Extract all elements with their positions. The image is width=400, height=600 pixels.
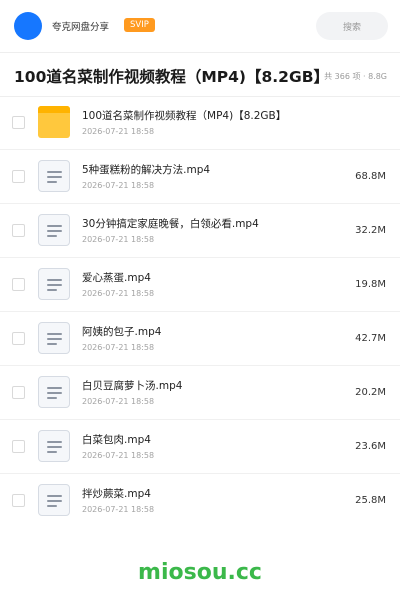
select-checkbox[interactable] [12,494,25,507]
file-name: 100道名菜制作视频教程（MP4)【8.2GB】 [82,110,287,122]
file-date: 2026-07-21 18:58 [82,343,155,352]
file-icon [38,484,70,516]
list-item[interactable]: 阿姨的包子.mp4 2026-07-21 18:58 42.7M [0,312,400,366]
file-name: 5种蛋糕粉的解决方法.mp4 [82,164,211,176]
file-name: 白菜包肉.mp4 [82,434,151,446]
list-item[interactable]: 30分钟搞定家庭晚餐，白领必看.mp4 2026-07-21 18:58 32.… [0,204,400,258]
file-date: 2026-07-21 18:58 [82,235,155,244]
top-bar: 夸克网盘分享 SVIP 搜索 [0,0,400,52]
page-title: 100道名菜制作视频教程（MP4)【8.2GB】 [14,68,330,86]
file-icon [38,322,70,354]
select-checkbox[interactable] [12,440,25,453]
list-item[interactable]: 爱心蒸蛋.mp4 2026-07-21 18:58 19.8M [0,258,400,312]
select-checkbox[interactable] [12,278,25,291]
file-list: 100道名菜制作视频教程（MP4)【8.2GB】 2026-07-21 18:5… [0,96,400,528]
select-checkbox[interactable] [12,116,25,129]
select-checkbox[interactable] [12,332,25,345]
file-size: 20.2M [355,387,386,398]
folder-icon [38,106,70,138]
file-size: 23.6M [355,441,386,452]
app-name: 夸克网盘分享 [52,22,110,33]
file-size: 19.8M [355,279,386,290]
file-icon [38,214,70,246]
list-item[interactable]: 拌炒蕨菜.mp4 2026-07-21 18:58 25.8M [0,474,400,528]
file-icon [38,268,70,300]
list-item[interactable]: 白贝豆腐萝卜汤.mp4 2026-07-21 18:58 20.2M [0,366,400,420]
file-name: 爱心蒸蛋.mp4 [82,272,151,284]
file-size: 42.7M [355,333,386,344]
file-size: 25.8M [355,495,386,506]
select-checkbox[interactable] [12,224,25,237]
file-date: 2026-07-21 18:58 [82,505,155,514]
file-icon [38,430,70,462]
file-date: 2026-07-21 18:58 [82,181,155,190]
file-icon [38,160,70,192]
file-date: 2026-07-21 18:58 [82,397,155,406]
list-item[interactable]: 100道名菜制作视频教程（MP4)【8.2GB】 2026-07-21 18:5… [0,96,400,150]
file-date: 2026-07-21 18:58 [82,127,155,136]
file-name: 30分钟搞定家庭晚餐，白领必看.mp4 [82,218,259,230]
file-name: 阿姨的包子.mp4 [82,326,162,338]
app-logo-icon[interactable] [14,12,42,40]
list-item[interactable]: 白菜包肉.mp4 2026-07-21 18:58 23.6M [0,420,400,474]
file-date: 2026-07-21 18:58 [82,289,155,298]
file-name: 白贝豆腐萝卜汤.mp4 [82,380,183,392]
folder-header: 100道名菜制作视频教程（MP4)【8.2GB】 共 366 项 · 8.8G [0,53,400,97]
svip-badge: SVIP [124,18,155,32]
search-label: 搜索 [342,22,361,33]
select-checkbox[interactable] [12,170,25,183]
file-name: 拌炒蕨菜.mp4 [82,488,151,500]
watermark: miosou.cc [138,560,262,585]
select-checkbox[interactable] [12,386,25,399]
file-date: 2026-07-21 18:58 [82,451,155,460]
file-icon [38,376,70,408]
file-size: 68.8M [355,171,386,182]
list-item[interactable]: 5种蛋糕粉的解决方法.mp4 2026-07-21 18:58 68.8M [0,150,400,204]
item-count: 共 366 项 · 8.8G [324,72,387,81]
search-button[interactable]: 搜索 [316,12,388,40]
file-size: 32.2M [355,225,386,236]
